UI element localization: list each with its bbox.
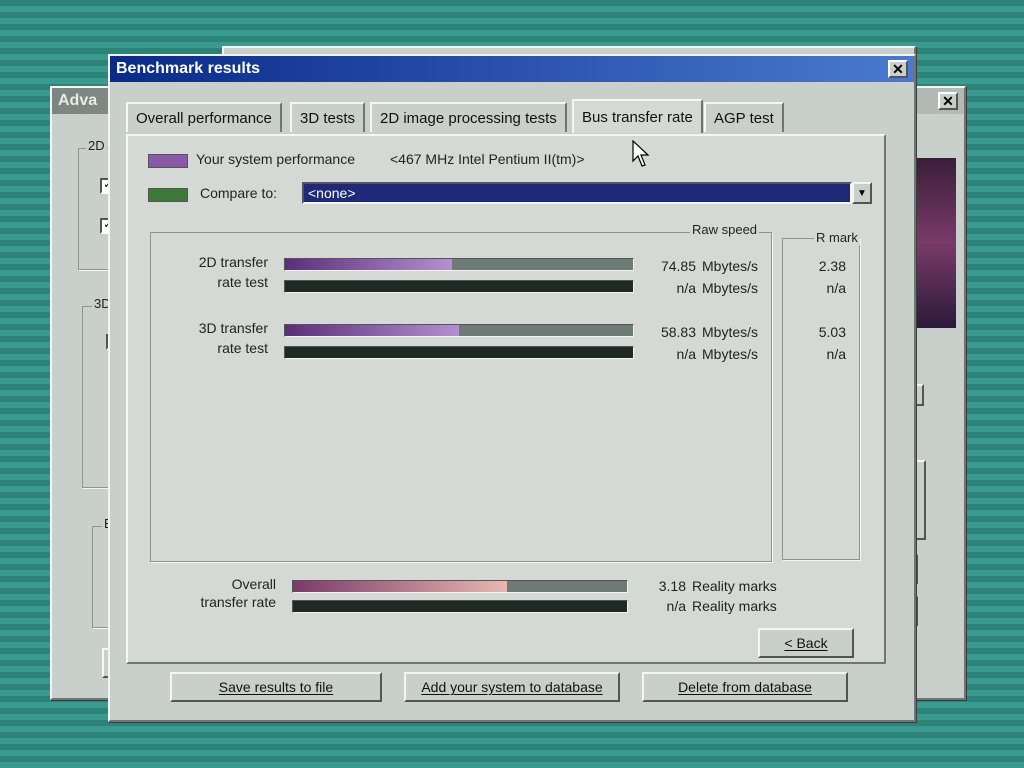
system-performance-value: <467 MHz Intel Pentium II(tm)> (390, 151, 585, 167)
tab-strip: Overall performance 3D tests 2D image pr… (126, 99, 886, 136)
compare-label: Compare to: (200, 185, 278, 201)
test-3d-compare-unit: Mbytes/s (702, 346, 759, 362)
benchmark-results-window: Benchmark results ✕ Overall performance … (108, 54, 916, 722)
test-2d-value: 74.85 (660, 258, 696, 274)
overall-system-bar-fill (293, 581, 507, 592)
test-2d-compare-rmark: n/a (826, 280, 846, 296)
test-2d-rmark: 2.38 (818, 258, 846, 274)
overall-compare-unit: Reality marks (692, 598, 777, 614)
test-3d-compare-bar (284, 346, 634, 359)
overall-unit: Reality marks (692, 578, 777, 594)
raw-speed-header: Raw speed (690, 222, 760, 237)
mouse-cursor-icon (632, 140, 650, 167)
tab-2d-image-processing[interactable]: 2D image processing tests (370, 102, 567, 132)
overall-value: 3.18 (658, 578, 686, 594)
test-3d-compare-rmark: n/a (826, 346, 846, 362)
add-to-database-button[interactable]: Add your system to database (404, 672, 620, 702)
tab-agp-test[interactable]: AGP test (704, 102, 784, 132)
overall-compare-value: n/a (666, 598, 686, 614)
test-3d-compare-value: n/a (676, 346, 696, 362)
bus-transfer-panel: Your system performance <467 MHz Intel P… (126, 134, 886, 664)
test-3d-unit: Mbytes/s (702, 324, 759, 340)
r-mark-header: R mark (814, 230, 860, 245)
overall-label-line2: transfer rate (200, 594, 276, 610)
compare-select-value: <none> (308, 185, 356, 201)
test-2d-system-bar (284, 258, 634, 271)
tab-bus-transfer-rate[interactable]: Bus transfer rate (572, 99, 703, 133)
advanced-window-title: Adva (58, 92, 98, 109)
test-2d-label-line1: 2D transfer (198, 254, 268, 270)
save-results-button[interactable]: Save results to file (170, 672, 382, 702)
system-performance-label: Your system performance (196, 151, 355, 167)
close-icon[interactable]: ✕ (888, 60, 908, 78)
test-3d-rmark: 5.03 (818, 324, 846, 340)
test-3d-system-bar (284, 324, 634, 337)
overall-system-bar (292, 580, 628, 593)
group-2d-label: 2D (86, 138, 107, 153)
advanced-window-close-icon[interactable]: ✕ (938, 92, 958, 110)
overall-compare-bar (292, 600, 628, 613)
test-2d-compare-unit: Mbytes/s (702, 280, 759, 296)
back-button[interactable]: < Back (758, 628, 854, 658)
back-window-image (910, 158, 956, 328)
compare-color-swatch (148, 188, 188, 202)
test-2d-system-bar-fill (285, 259, 453, 270)
test-3d-system-bar-fill (285, 325, 459, 336)
chevron-down-icon[interactable]: ▼ (852, 182, 872, 204)
system-color-swatch (148, 154, 188, 168)
test-3d-label-line1: 3D transfer (198, 320, 268, 336)
overall-label-line1: Overall (231, 576, 276, 592)
test-3d-value: 58.83 (660, 324, 696, 340)
tab-3d-tests[interactable]: 3D tests (290, 102, 366, 132)
tab-overall-performance[interactable]: Overall performance (126, 102, 282, 132)
window-title: Benchmark results (116, 60, 261, 77)
compare-select[interactable]: <none> (302, 182, 852, 204)
test-2d-label-line2: rate test (217, 274, 268, 290)
benchmark-results-titlebar: Benchmark results ✕ (110, 56, 914, 82)
delete-from-database-button[interactable]: Delete from database (642, 672, 848, 702)
test-2d-compare-value: n/a (676, 280, 696, 296)
test-2d-unit: Mbytes/s (702, 258, 759, 274)
test-2d-compare-bar (284, 280, 634, 293)
test-3d-label-line2: rate test (217, 340, 268, 356)
